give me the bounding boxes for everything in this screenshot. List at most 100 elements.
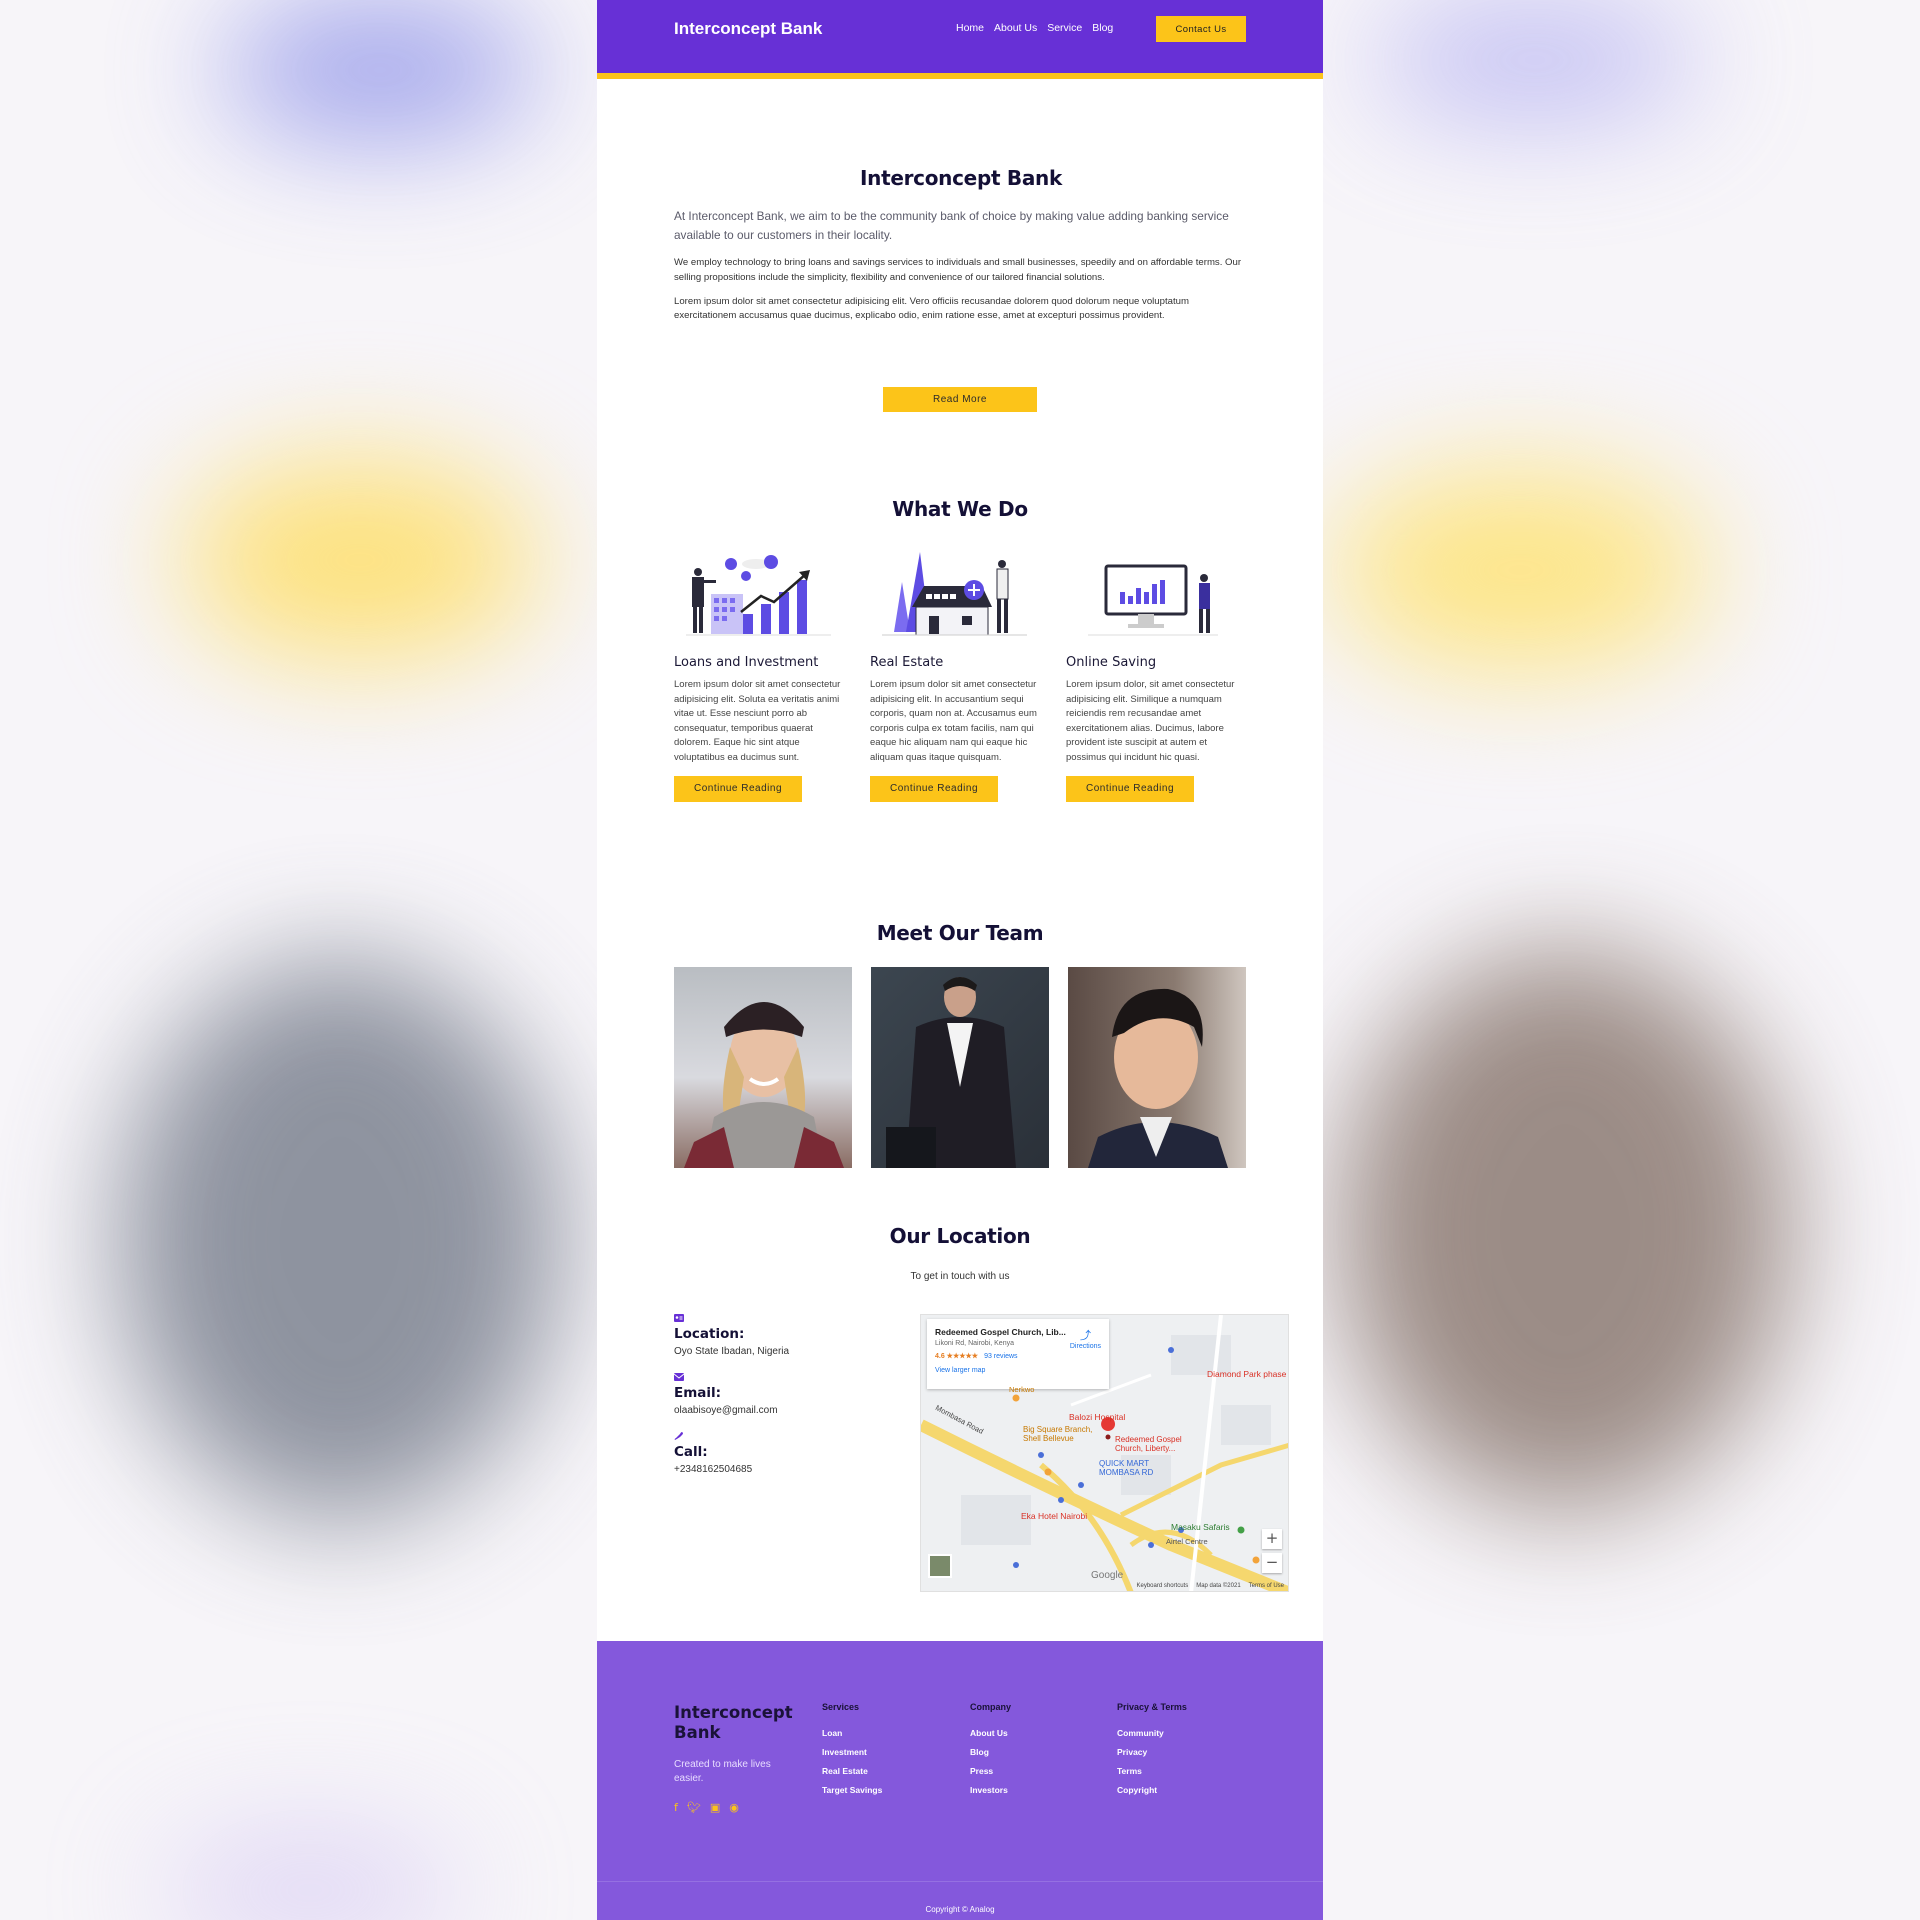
about-section: Interconcept Bank At Interconcept Bank, … [674, 166, 1248, 324]
embedded-map[interactable]: Redeemed Gospel Church, Lib... Likoni Rd… [920, 1314, 1289, 1592]
footer-column-title: Company [970, 1702, 1012, 1712]
continue-reading-button[interactable]: Continue Reading [1066, 775, 1194, 802]
map-place-card: Redeemed Gospel Church, Lib... Likoni Rd… [927, 1319, 1109, 1389]
map-reviews-link[interactable]: 93 reviews [984, 1353, 1017, 1360]
map-label: QUICK MART MOMBASA RD [1099, 1459, 1154, 1477]
copyright-text: Copyright © Analog [925, 1905, 995, 1914]
service-card-online-saving: Online Saving Lorem ipsum dolor, sit ame… [1066, 552, 1244, 802]
footer-tagline: Created to make lives easier. [674, 1759, 771, 1784]
copyright-bar: Copyright © Analog [597, 1881, 1323, 1920]
about-lead: At Interconcept Bank, we aim to be the c… [674, 209, 1229, 242]
footer-link[interactable]: Privacy [1117, 1747, 1187, 1757]
footer-link[interactable]: Blog [970, 1747, 1011, 1757]
location-value: Oyo State Ibadan, Nigeria [674, 1346, 790, 1357]
footer-link[interactable]: Terms [1117, 1766, 1187, 1776]
footer-link[interactable]: About Us [970, 1728, 1011, 1738]
woman-in-beanie-photo [674, 967, 852, 1168]
footer-link[interactable]: Copyright [1117, 1785, 1187, 1795]
service-title: Online Saving [1066, 655, 1157, 670]
nav-service[interactable]: Service [1047, 22, 1082, 34]
nav-about-us[interactable]: About Us [994, 22, 1037, 34]
footer-link[interactable]: Community [1117, 1728, 1187, 1738]
service-card-loans: Loans and Investment Lorem ipsum dolor s… [674, 552, 852, 802]
footer-column-privacy-terms: Privacy & Terms Community Privacy Terms … [1117, 1702, 1187, 1804]
map-data-credit: Map data ©2021 [1196, 1583, 1241, 1589]
footer-link[interactable]: Press [970, 1766, 1011, 1776]
service-title: Real Estate [870, 655, 944, 670]
contact-details: Location: Oyo State Ibadan, Nigeria Emai… [674, 1314, 789, 1491]
investment-chart-illustration [686, 555, 831, 636]
nav-home[interactable]: Home [956, 22, 984, 34]
map-label: Nerkwo [1009, 1385, 1035, 1394]
map-zoom-out-button[interactable]: − [1262, 1553, 1282, 1573]
map-place-rating: 4.6 ★★★★★ 93 reviews [935, 1352, 1101, 1360]
header-brand[interactable]: Interconcept Bank [674, 19, 822, 39]
footer-column-services: Services Loan Investment Real Estate Tar… [822, 1702, 882, 1804]
footer-link[interactable]: Real Estate [822, 1766, 882, 1776]
email-value[interactable]: olaabisoye@gmail.com [674, 1405, 789, 1416]
map-keyboard-shortcuts[interactable]: Keyboard shortcuts [1137, 1583, 1189, 1589]
map-rating-value: 4.6 ★★★★★ [935, 1353, 979, 1360]
about-paragraph-1: We employ technology to bring loans and … [674, 257, 1242, 283]
man-in-suit-photo [871, 967, 1049, 1168]
view-larger-map-link[interactable]: View larger map [935, 1367, 1101, 1374]
man-portrait-photo [1068, 967, 1246, 1168]
instagram-icon[interactable]: ▣ [710, 1801, 720, 1814]
footer-column-title: Services [822, 1702, 860, 1712]
site-footer: Interconcept Bank Created to make lives … [597, 1641, 1323, 1920]
directions-label: Directions [1069, 1343, 1101, 1350]
about-title: Interconcept Bank [860, 166, 1062, 190]
location-label: Location: [674, 1326, 745, 1342]
footer-link[interactable]: Investors [970, 1785, 1011, 1795]
team-photos [674, 967, 1246, 1168]
location-title: Our Location [889, 1224, 1031, 1248]
id-card-icon [674, 1314, 684, 1322]
service-card-real-estate: Real Estate Lorem ipsum dolor sit amet c… [870, 552, 1048, 802]
team-title: Meet Our Team [876, 921, 1044, 945]
what-we-do-title: What We Do [892, 497, 1028, 521]
directions-icon: ⤴ [1079, 1330, 1091, 1342]
map-zoom-in-button[interactable]: + [1262, 1529, 1282, 1549]
continue-reading-button[interactable]: Continue Reading [870, 775, 998, 802]
footer-column-title: Privacy & Terms [1117, 1702, 1187, 1712]
read-more-button[interactable]: Read More [883, 387, 1037, 412]
map-label: Airtel Centre [1166, 1537, 1208, 1546]
map-footer: Keyboard shortcuts Map data ©2021 Terms … [1137, 1583, 1285, 1589]
map-directions-button[interactable]: ⤴ Directions [1070, 1327, 1101, 1350]
social-links: f 🐦︎ ▣ ◉ [674, 1801, 739, 1814]
main-nav: Home About Us Service Blog [956, 22, 1113, 34]
phone-icon [674, 1432, 683, 1440]
about-paragraph-2: Lorem ipsum dolor sit amet consectetur a… [674, 295, 1189, 322]
twitter-icon[interactable]: 🐦︎ [687, 1801, 701, 1814]
monitor-chart-illustration [1088, 564, 1218, 636]
footer-brand: Interconcept Bank [674, 1703, 793, 1742]
services-list: Loans and Investment Lorem ipsum dolor s… [674, 552, 1248, 802]
house-illustration [882, 552, 1027, 636]
map-label: Big Square Branch, Shell Bellevue [1023, 1425, 1093, 1443]
footer-link[interactable]: Loan [822, 1728, 882, 1738]
location-subtitle: To get in touch with us [910, 1271, 1010, 1282]
map-terms-link[interactable]: Terms of Use [1249, 1583, 1284, 1589]
service-text: Lorem ipsum dolor sit amet consectetur a… [870, 679, 1037, 763]
site-header: Interconcept Bank Home About Us Service … [597, 0, 1323, 79]
map-label: Masaku Safaris [1171, 1522, 1230, 1532]
map-label: Balozi Hospital [1069, 1412, 1126, 1422]
footer-link[interactable]: Target Savings [822, 1785, 882, 1795]
service-title: Loans and Investment [674, 655, 819, 670]
footer-link[interactable]: Investment [822, 1747, 882, 1757]
map-label: Eka Hotel Nairobi [1021, 1511, 1088, 1521]
github-icon[interactable]: ◉ [729, 1801, 739, 1814]
call-value[interactable]: +2348162504685 [674, 1464, 789, 1475]
webpage: Interconcept Bank Home About Us Service … [597, 0, 1323, 1920]
continue-reading-button[interactable]: Continue Reading [674, 775, 802, 802]
facebook-icon[interactable]: f [674, 1801, 678, 1814]
envelope-icon [674, 1373, 684, 1381]
call-item: Call: +2348162504685 [674, 1432, 789, 1475]
service-text: Lorem ipsum dolor, sit amet consectetur … [1066, 679, 1235, 763]
map-label: Redeemed Gospel Church, Liberty... [1115, 1435, 1182, 1453]
service-text: Lorem ipsum dolor sit amet consectetur a… [674, 679, 841, 763]
contact-us-button[interactable]: Contact Us [1156, 16, 1246, 42]
call-label: Call: [674, 1444, 708, 1460]
nav-blog[interactable]: Blog [1092, 22, 1113, 34]
google-logo: Google [1091, 1570, 1124, 1581]
